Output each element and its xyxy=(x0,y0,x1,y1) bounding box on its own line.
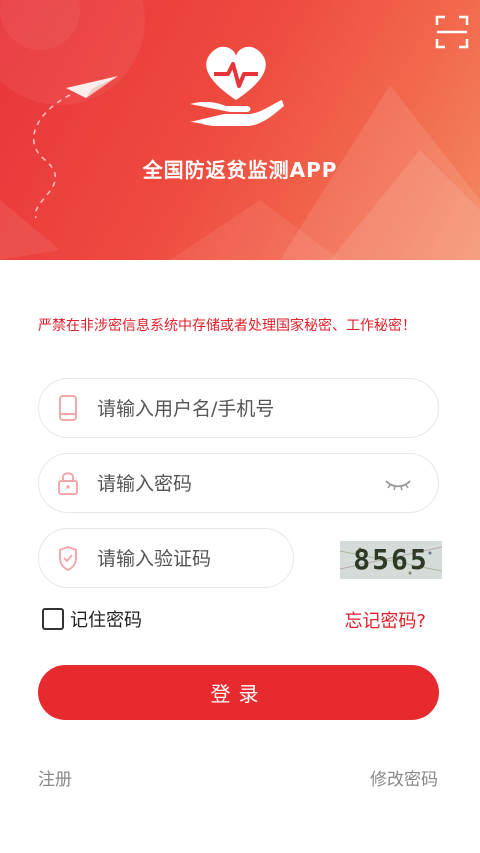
phone-icon xyxy=(59,395,77,421)
scan-icon[interactable] xyxy=(434,14,470,50)
eye-closed-icon[interactable] xyxy=(384,476,412,492)
register-link[interactable]: 注册 xyxy=(38,765,72,790)
captcha-code: 8565 xyxy=(353,543,429,576)
header-banner: 全国防返贫监测APP xyxy=(0,0,480,260)
password-field[interactable] xyxy=(38,453,439,513)
security-warning: 严禁在非涉密信息系统中存储或者处理国家秘密、工作秘密！ xyxy=(38,318,416,334)
username-field[interactable] xyxy=(38,378,439,438)
heart-hand-logo-icon xyxy=(190,46,284,126)
remember-checkbox[interactable] xyxy=(42,608,64,630)
paper-plane-icon xyxy=(66,76,118,98)
change-password-link[interactable]: 修改密码 xyxy=(370,765,438,790)
lock-icon xyxy=(58,472,78,495)
login-button[interactable]: 登录 xyxy=(38,665,439,720)
remember-label: 记住密码 xyxy=(70,610,142,631)
username-input[interactable] xyxy=(97,393,417,425)
forgot-password-link[interactable]: 忘记密码? xyxy=(344,607,426,633)
app-title: 全国防返贫监测APP xyxy=(142,158,338,182)
password-input[interactable] xyxy=(97,468,377,500)
captcha-field[interactable] xyxy=(38,528,294,588)
shield-icon xyxy=(59,545,77,572)
captcha-input[interactable] xyxy=(97,543,277,575)
captcha-image[interactable]: 8565 xyxy=(340,541,442,579)
remember-password[interactable]: 记住密码 xyxy=(42,606,142,632)
